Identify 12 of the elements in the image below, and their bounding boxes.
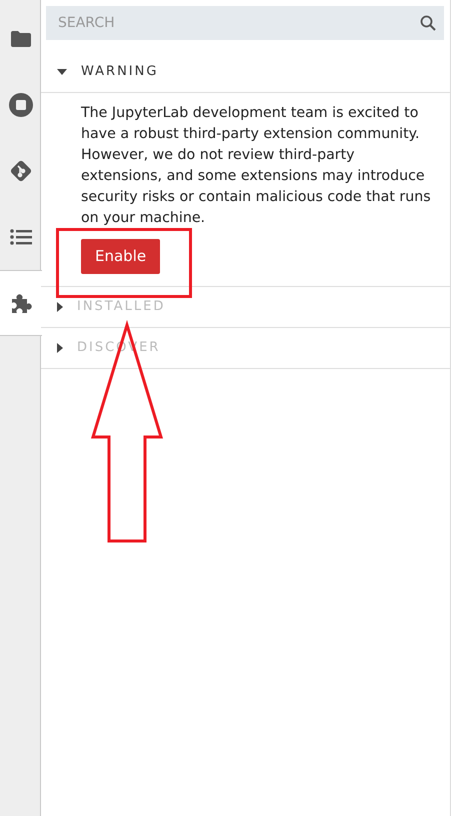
caret-down-icon xyxy=(57,69,67,75)
folder-icon xyxy=(10,30,32,48)
section-header[interactable]: WARNING xyxy=(41,52,450,92)
caret-right-icon xyxy=(57,302,63,312)
sidebar-tab[interactable] xyxy=(0,270,42,336)
caret-right-icon xyxy=(57,343,63,353)
stop-circle-icon xyxy=(8,93,32,117)
list-icon xyxy=(10,228,32,246)
warning-text: The JupyterLab development team is excited to have a robust third-party extension community. However, we do not review third-party extensions, and some extensions may introduce security risks or contain malicious code that runs on your machine. xyxy=(81,104,432,228)
search-field[interactable]: SEARCH xyxy=(46,6,444,40)
search-icon xyxy=(420,15,436,31)
enable-button[interactable]: Enable xyxy=(81,239,160,274)
